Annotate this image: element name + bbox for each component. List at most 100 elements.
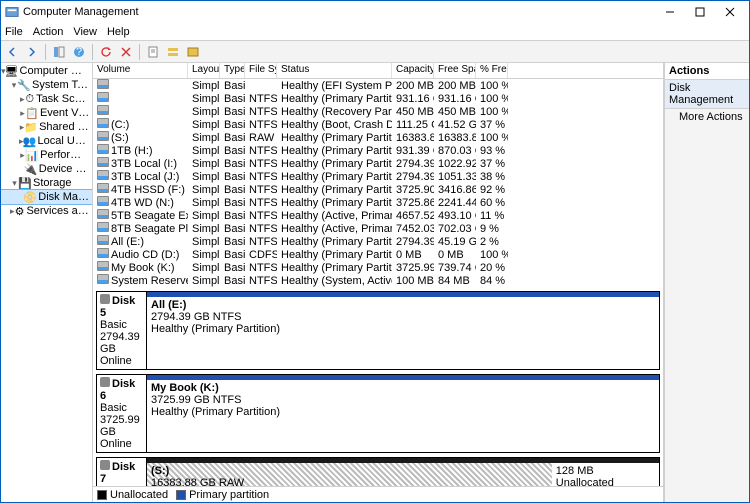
tree-shared-folders[interactable]: ▸📁Shared Folders <box>1 120 92 134</box>
disk-row[interactable]: Disk 6Basic3725.99 GBOnlineMy Book (K:)3… <box>96 374 660 453</box>
volume-row[interactable]: All (E:)SimpleBasicNTFSHealthy (Primary … <box>93 235 663 248</box>
drive-icon <box>97 261 109 271</box>
disk-partition[interactable]: 128 MBUnallocated <box>552 458 659 486</box>
col-free[interactable]: Free Space <box>434 63 476 78</box>
legend-primary-icon <box>176 490 186 500</box>
col-layout[interactable]: Layout <box>188 63 220 78</box>
drive-icon <box>97 235 109 245</box>
menu-help[interactable]: Help <box>107 26 130 38</box>
back-button[interactable] <box>3 43 21 61</box>
app-icon <box>5 5 19 19</box>
minimize-button[interactable] <box>655 3 685 21</box>
toolbar: ? <box>1 41 749 63</box>
volume-row[interactable]: Audio CD (D:)SimpleBasicCDFSHealthy (Pri… <box>93 248 663 261</box>
volume-row[interactable]: SimpleBasicNTFSHealthy (Recovery Partiti… <box>93 105 663 118</box>
disk-info: Disk 5Basic2794.39 GBOnline <box>97 292 147 369</box>
main-area: ▾🖥Computer Management (Local ▾🔧System To… <box>1 63 749 502</box>
volume-list[interactable]: SimpleBasicHealthy (EFI System Partition… <box>93 79 663 287</box>
drive-icon <box>97 144 109 154</box>
disk-icon <box>100 377 110 387</box>
tree-root[interactable]: ▾🖥Computer Management (Local <box>1 64 92 78</box>
help-button[interactable]: ? <box>70 43 88 61</box>
disk-row[interactable]: Disk 5Basic2794.39 GBOnlineAll (E:)2794.… <box>96 291 660 370</box>
volume-row[interactable]: 3TB Local (J:)SimpleBasicNTFSHealthy (Pr… <box>93 170 663 183</box>
volume-row[interactable]: (S:)SimpleBasicRAWHealthy (Primary Parti… <box>93 131 663 144</box>
menu-view[interactable]: View <box>73 26 97 38</box>
disk-info: Disk 7Basic16384.00 GBOnline <box>97 458 147 486</box>
col-capacity[interactable]: Capacity <box>392 63 434 78</box>
legend-unallocated-label: Unallocated <box>110 489 168 501</box>
show-hide-tree-button[interactable] <box>50 43 68 61</box>
actions-header: Actions <box>665 63 749 80</box>
drive-icon <box>97 118 109 128</box>
actions-section[interactable]: Disk Management <box>665 80 749 109</box>
maximize-button[interactable] <box>685 3 715 21</box>
menu-file[interactable]: File <box>5 26 23 38</box>
disk-icon <box>100 294 110 304</box>
navigation-tree[interactable]: ▾🖥Computer Management (Local ▾🔧System To… <box>1 63 93 502</box>
disk-icon <box>100 460 110 470</box>
tree-storage[interactable]: ▾💾Storage <box>1 176 92 190</box>
clock-icon: ⏱ <box>25 93 34 105</box>
computer-icon: 🖥 <box>6 65 18 77</box>
tree-task-scheduler[interactable]: ▸⏱Task Scheduler <box>1 92 92 106</box>
tools-icon: 🔧 <box>18 79 30 91</box>
col-pfree[interactable]: % Free <box>476 63 508 78</box>
drive-icon <box>97 196 109 206</box>
volume-row[interactable]: SimpleBasicNTFSHealthy (Primary Partitio… <box>93 92 663 105</box>
tree-device-manager[interactable]: 🔌Device Manager <box>1 162 92 176</box>
col-type[interactable]: Type <box>220 63 245 78</box>
disk-partition[interactable]: My Book (K:)3725.99 GB NTFSHealthy (Prim… <box>147 375 659 452</box>
tree-system-tools[interactable]: ▾🔧System Tools <box>1 78 92 92</box>
title-text: Computer Management <box>23 6 655 18</box>
menu-action[interactable]: Action <box>33 26 64 38</box>
col-volume[interactable]: Volume <box>93 63 188 78</box>
volume-list-header: Volume Layout Type File System Status Ca… <box>93 63 663 79</box>
graphical-view[interactable]: Disk 5Basic2794.39 GBOnlineAll (E:)2794.… <box>93 287 663 486</box>
menu-bar: File Action View Help <box>1 23 749 41</box>
actions-pane: Actions Disk Management More Actions <box>664 63 749 502</box>
legend-unallocated-icon <box>97 490 107 500</box>
drive-icon <box>97 183 109 193</box>
forward-button[interactable] <box>23 43 41 61</box>
graphical-view-button[interactable] <box>184 43 202 61</box>
drive-icon <box>97 92 109 102</box>
volume-row[interactable]: (C:)SimpleBasicNTFSHealthy (Boot, Crash … <box>93 118 663 131</box>
col-status[interactable]: Status <box>277 63 392 78</box>
close-button[interactable] <box>715 3 745 21</box>
legend-primary-label: Primary partition <box>189 489 269 501</box>
drive-icon <box>97 157 109 167</box>
volume-row[interactable]: System ReservedSimpleBasicNTFSHealthy (S… <box>93 274 663 287</box>
volume-list-button[interactable] <box>164 43 182 61</box>
disk-row[interactable]: Disk 7Basic16384.00 GBOnline(S:)16383.88… <box>96 457 660 486</box>
drive-icon <box>97 131 109 141</box>
drive-icon <box>97 222 109 232</box>
properties-button[interactable] <box>144 43 162 61</box>
col-filesystem[interactable]: File System <box>245 63 277 78</box>
tree-performance[interactable]: ▸📊Performance <box>1 148 92 162</box>
drive-icon <box>97 170 109 180</box>
volume-row[interactable]: SimpleBasicHealthy (EFI System Partition… <box>93 79 663 92</box>
volume-row[interactable]: 8TB Seagate Plus Drive (M:)SimpleBasicNT… <box>93 222 663 235</box>
disk-partition[interactable]: (S:)16383.88 GB RAWHealthy (Primary Part… <box>147 458 552 486</box>
actions-more[interactable]: More Actions <box>665 109 749 125</box>
delete-button[interactable] <box>117 43 135 61</box>
tree-services[interactable]: ▸⚙Services and Applications <box>1 204 92 218</box>
volume-row[interactable]: 3TB Local (I:)SimpleBasicNTFSHealthy (Pr… <box>93 157 663 170</box>
volume-row[interactable]: 5TB Seagate Expansion Drive (Q:)SimpleBa… <box>93 209 663 222</box>
drive-icon <box>97 105 109 115</box>
drive-icon <box>97 209 109 219</box>
volume-row[interactable]: 4TB HSSD (F:)SimpleBasicNTFSHealthy (Pri… <box>93 183 663 196</box>
tree-event-viewer[interactable]: ▸📋Event Viewer <box>1 106 92 120</box>
title-bar: Computer Management <box>1 1 749 23</box>
volume-row[interactable]: 4TB WD (N:)SimpleBasicNTFSHealthy (Prima… <box>93 196 663 209</box>
tree-local-users[interactable]: ▸👥Local Users and Groups <box>1 134 92 148</box>
legend: Unallocated Primary partition <box>93 486 663 502</box>
volume-row[interactable]: My Book (K:)SimpleBasicNTFSHealthy (Prim… <box>93 261 663 274</box>
storage-icon: 💾 <box>19 177 31 189</box>
refresh-button[interactable] <box>97 43 115 61</box>
folder-icon: 📁 <box>25 121 37 133</box>
volume-row[interactable]: 1TB (H:)SimpleBasicNTFSHealthy (Primary … <box>93 144 663 157</box>
disk-partition[interactable]: All (E:)2794.39 GB NTFSHealthy (Primary … <box>147 292 659 369</box>
tree-disk-management[interactable]: 📀Disk Management <box>1 190 92 204</box>
